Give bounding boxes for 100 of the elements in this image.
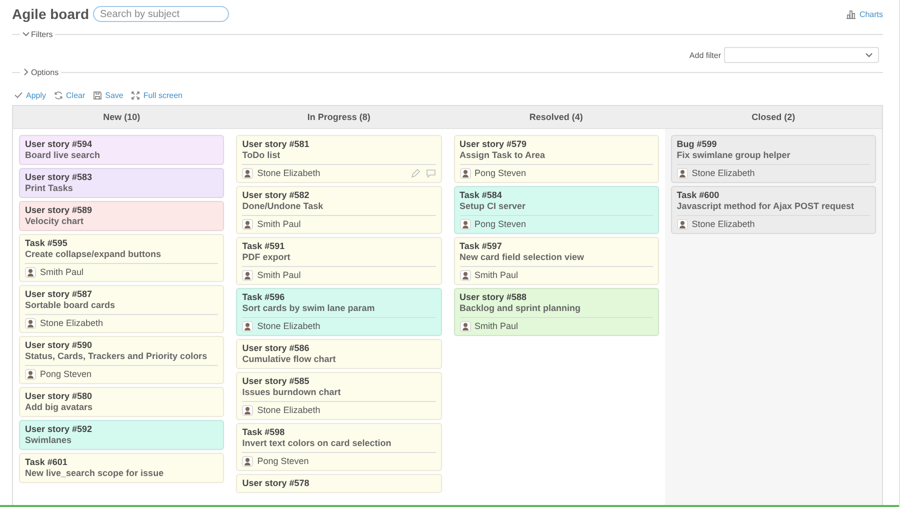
action-link[interactable]: Clear (54, 90, 86, 100)
avatar-icon (460, 218, 470, 230)
issue-card[interactable]: User story #583 Print Tasks (19, 168, 224, 198)
issue-id[interactable]: Task #597 (460, 241, 653, 252)
issue-subject: Create collapse/expand buttons (25, 249, 162, 260)
search-field[interactable]: Search by subject (93, 6, 230, 22)
issue-id[interactable]: User story #578 (242, 478, 436, 489)
issue-id[interactable]: User story #589 (25, 205, 218, 216)
issue-id[interactable]: User story #594 (25, 139, 218, 150)
issue-card[interactable]: User story #582 Done/Undone Task Smith Paul (236, 186, 442, 234)
issue-id[interactable]: User story #590 (25, 340, 218, 351)
issue-card[interactable]: Task #601 New live_search scope for issue (19, 453, 224, 483)
issue-id[interactable]: User story #585 (242, 376, 436, 387)
issue-subject: Sortable board cards (25, 300, 116, 311)
issue-card[interactable]: Task #596 Sort cards by swim lane param Stone Elizabeth (236, 288, 442, 336)
avatar-icon (676, 168, 688, 178)
assignee-name: Stone Elizabeth (40, 318, 104, 328)
filters-toggle[interactable]: Filters (20, 30, 55, 38)
issue-id[interactable]: User story #579 (460, 139, 653, 150)
issue-card[interactable]: Task #597 New card field selection view Smith Paul (454, 237, 659, 285)
issue-subject: Cumulative flow chart (242, 354, 337, 365)
assignee-name: Pong Steven (474, 168, 526, 178)
issue-id[interactable]: User story #581 (242, 139, 436, 150)
issue-subject: Status, Cards, Trackers and Priority colors (25, 351, 208, 362)
save-icon (93, 90, 102, 100)
avatar-icon (242, 270, 254, 280)
issue-id[interactable]: Task #591 (242, 241, 436, 252)
issue-id[interactable]: User story #583 (25, 172, 218, 183)
add-filter-select[interactable] (724, 47, 879, 63)
assignee-name: Smith Paul (257, 219, 301, 229)
issue-subject: Velocity chart (25, 216, 85, 227)
avatar-icon (676, 218, 688, 230)
issue-id[interactable]: User story #587 (25, 289, 218, 300)
assignee-name: Stone Elizabeth (692, 219, 755, 229)
assignee-name: Pong Steven (257, 456, 309, 466)
issue-id[interactable]: User story #588 (460, 292, 653, 303)
issue-card[interactable]: Bug #599 Fix swimlane group helper Stone Elizabeth (670, 135, 876, 183)
assignee-name: Smith Paul (474, 321, 518, 331)
comment-icon[interactable] (426, 168, 436, 178)
issue-id[interactable]: User story #582 (242, 190, 436, 201)
issue-subject: Setup CI server (460, 201, 527, 212)
options-toggle[interactable]: Options (20, 68, 61, 76)
action-link[interactable]: Full screen (131, 90, 182, 100)
avatar-icon (25, 266, 36, 278)
issue-id[interactable]: User story #592 (25, 424, 218, 435)
issue-card[interactable]: User story #586 Cumulative flow chart (236, 339, 442, 369)
issue-id[interactable]: User story #580 (25, 391, 218, 402)
assignee-name: Smith Paul (257, 270, 301, 280)
issue-card[interactable]: Task #584 Setup CI server Pong Steven (454, 186, 659, 234)
issue-id[interactable]: Task #601 (25, 457, 218, 468)
issue-id[interactable]: Task #595 (25, 238, 218, 249)
refresh-icon (54, 90, 64, 100)
issue-card[interactable]: Task #598 Invert text colors on card selection Pong Steven (236, 423, 442, 471)
avatar-icon (242, 404, 254, 416)
issue-subject: Invert text colors on card selection (242, 438, 392, 449)
issue-subject: Print Tasks (25, 183, 74, 194)
issue-subject: Issues burndown chart (242, 387, 342, 398)
issue-subject: Fix swimlane group helper (676, 150, 792, 161)
avatar-icon (460, 270, 470, 280)
issue-subject: Swimlanes (25, 435, 73, 446)
issue-card[interactable]: User story #589 Velocity chart (19, 201, 224, 231)
chevron-icon (22, 68, 30, 76)
issue-id[interactable]: Task #596 (242, 292, 436, 303)
checkmark-icon (14, 91, 23, 99)
issue-card[interactable]: User story #590 Status, Cards, Trackers and Priority colors Pong Steven (19, 336, 224, 384)
assignee-name: Pong Steven (40, 369, 92, 379)
action-link[interactable]: Save (93, 90, 124, 100)
issue-subject: Assign Task to Area (460, 150, 546, 161)
issue-card[interactable]: User story #580 Add big avatars (19, 387, 224, 417)
issue-subject: Backlog and sprint planning (460, 303, 582, 314)
assignee-name: Stone Elizabeth (692, 168, 755, 178)
page-title: Agile board (12, 6, 90, 22)
issue-card[interactable]: Task #600 Javascript method for Ajax POST request Stone Elizabeth (670, 186, 876, 234)
issue-subject: ToDo list (242, 150, 282, 161)
issue-id[interactable]: Bug #599 (676, 139, 870, 150)
charts-link[interactable]: Charts (846, 10, 883, 18)
issue-id[interactable]: User story #586 (242, 343, 436, 354)
avatar-icon (25, 318, 36, 328)
avatar-icon (242, 320, 254, 332)
issue-card[interactable]: Task #595 Create collapse/expand buttons Smith Paul (19, 234, 224, 282)
issue-card[interactable]: Task #591 PDF export Smith Paul (236, 237, 442, 285)
issue-subject: Board live search (25, 150, 102, 161)
issue-card[interactable]: User story #581 ToDo list Stone Elizabeth (236, 135, 442, 183)
issue-id[interactable]: Task #598 (242, 427, 436, 438)
issue-card[interactable]: User story #592 Swimlanes (19, 420, 224, 450)
issue-card[interactable]: User story #594 Board live search (19, 135, 224, 165)
issue-subject: Sort cards by swim lane param (242, 303, 376, 314)
issue-id[interactable]: Task #600 (676, 190, 870, 201)
edit-pencil-icon[interactable] (410, 168, 420, 178)
issue-card[interactable]: User story #588 Backlog and sprint planning Smith Paul (454, 288, 659, 336)
issue-card[interactable]: User story #585 Issues burndown chart Stone Elizabeth (236, 372, 442, 420)
issue-card[interactable]: User story #579 Assign Task to Area Pong Steven (454, 135, 659, 183)
avatar-icon (460, 168, 470, 178)
issue-card[interactable]: User story #578 (236, 474, 442, 493)
issue-card[interactable]: User story #587 Sortable board cards Stone Elizabeth (19, 285, 224, 333)
column-header: In Progress (8) (230, 106, 448, 129)
issue-id[interactable]: Task #584 (460, 190, 653, 201)
issue-subject: Add big avatars (25, 402, 94, 413)
issue-subject: New live_search scope for issue (25, 468, 165, 479)
action-link[interactable]: Apply (14, 90, 46, 100)
